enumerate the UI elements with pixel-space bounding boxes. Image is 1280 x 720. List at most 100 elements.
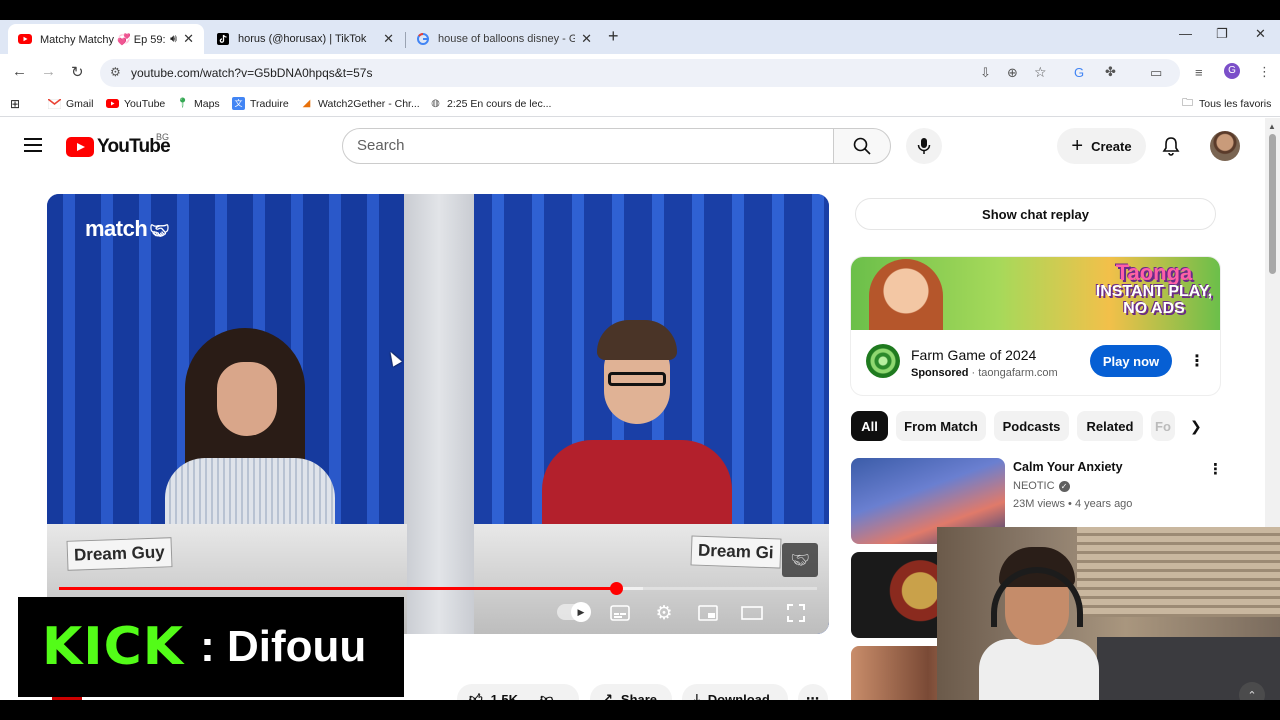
- ad-play-now-button[interactable]: Play now: [1090, 345, 1172, 377]
- translate-extension-icon[interactable]: G: [1074, 65, 1084, 80]
- bookmark-maps[interactable]: 📍︎ Maps: [176, 97, 220, 110]
- tab-google[interactable]: house of balloons disney - Goo ✕: [406, 24, 602, 54]
- advertiser-logo-icon[interactable]: [866, 344, 900, 378]
- bookmark-gmail[interactable]: Gmail: [48, 97, 93, 110]
- search-input[interactable]: [357, 137, 817, 154]
- progress-bar[interactable]: [59, 582, 817, 595]
- chevron-right-icon[interactable]: ❯: [1190, 418, 1202, 435]
- video-title[interactable]: Calm Your Anxiety: [1013, 460, 1123, 474]
- back-arrow-icon[interactable]: ←: [12, 63, 27, 80]
- streamer-shirt: [979, 639, 1099, 700]
- kick-username: : Difouu: [200, 622, 367, 671]
- channel-watermark-icon[interactable]: 🤝︎: [782, 543, 818, 577]
- search-icon: [853, 137, 871, 155]
- chrome-menu-icon[interactable]: ⋮: [1258, 64, 1271, 80]
- maps-icon: 📍︎: [176, 98, 189, 109]
- theater-mode-icon[interactable]: [737, 601, 767, 625]
- menu-hamburger-icon[interactable]: [24, 138, 42, 152]
- filter-chips: All From Match Podcasts Related Fo: [851, 411, 1215, 441]
- chip-from-match[interactable]: From Match: [896, 411, 986, 441]
- speaker-icon[interactable]: 🔊︎: [170, 33, 177, 46]
- video-channel[interactable]: NEOTIC ✓: [1013, 480, 1070, 492]
- tab-title: horus (@horusax) | TikTok: [238, 33, 367, 45]
- gmail-icon: [48, 97, 61, 110]
- ad-character-illustration: [869, 259, 943, 330]
- sidepanel-icon[interactable]: ▭: [1150, 65, 1162, 81]
- bookmark-now-playing[interactable]: ◍ 2:25 En cours de lec...: [429, 97, 551, 110]
- media-controls-icon[interactable]: ≡: [1195, 65, 1203, 80]
- show-chat-replay-button[interactable]: Show chat replay: [855, 198, 1216, 230]
- close-window-icon[interactable]: ✕: [1255, 26, 1266, 42]
- bookmark-youtube[interactable]: YouTube: [106, 97, 165, 110]
- account-avatar[interactable]: [1210, 131, 1240, 161]
- ad-banner[interactable]: Taonga INSTANT PLAY, NO ADS: [851, 257, 1220, 330]
- ad-title[interactable]: Farm Game of 2024: [911, 347, 1036, 363]
- namecard-right: Dream Gi: [690, 535, 782, 569]
- forward-arrow-icon[interactable]: →: [41, 63, 56, 80]
- youtube-logo[interactable]: YouTube BG: [66, 132, 171, 158]
- chip-related[interactable]: Related: [1077, 411, 1143, 441]
- fullscreen-icon[interactable]: [781, 601, 811, 625]
- ad-card[interactable]: Taonga INSTANT PLAY, NO ADS Farm Game of…: [851, 257, 1220, 395]
- close-tab-icon[interactable]: ✕: [581, 31, 592, 47]
- tab-title: house of balloons disney - Goo: [438, 33, 576, 45]
- zoom-icon[interactable]: ⊕: [1007, 65, 1018, 81]
- install-app-icon[interactable]: ⇩: [980, 65, 991, 81]
- scroll-up-arrow-icon[interactable]: ▲: [1268, 122, 1276, 131]
- tab-tiktok[interactable]: horus (@horusax) | TikTok ✕: [206, 24, 404, 54]
- apps-grid-icon[interactable]: ⊞: [10, 97, 20, 111]
- bookmark-traduire[interactable]: 文 Traduire: [232, 97, 289, 110]
- globe-icon: ◍: [431, 98, 440, 109]
- ad-more-icon[interactable]: ⋮: [1189, 351, 1205, 371]
- autoplay-toggle[interactable]: ▶: [557, 602, 591, 622]
- close-tab-icon[interactable]: ✕: [183, 31, 194, 47]
- search-box: [342, 128, 834, 164]
- autoplay-play-icon: ▶: [571, 602, 591, 622]
- profile-avatar-icon[interactable]: G: [1224, 63, 1240, 79]
- video-more-icon[interactable]: ⋮: [1208, 460, 1223, 478]
- tab-youtube[interactable]: Matchy Matchy 💞 Ep 59: H 🔊︎ ✕: [8, 24, 204, 54]
- extensions-icon[interactable]: ✤: [1105, 64, 1116, 80]
- video-player[interactable]: Dream Guy Dream Gi match 🤝︎ 🤝︎ ▶ ⚙︎: [47, 194, 829, 634]
- country-code: BG: [156, 132, 170, 142]
- verified-check-icon: ✓: [1058, 480, 1070, 492]
- all-bookmarks[interactable]: 🗀︎ Tous les favoris: [1181, 97, 1271, 110]
- screen: Matchy Matchy 💞 Ep 59: H 🔊︎ ✕ horus (@ho…: [0, 0, 1280, 720]
- bookmark-watch2gether[interactable]: ◢ Watch2Gether - Chr...: [300, 97, 420, 110]
- letterbox-bottom: [0, 700, 1280, 720]
- create-button[interactable]: + Create: [1057, 128, 1146, 164]
- youtube-icon: [106, 97, 119, 110]
- search-button[interactable]: [833, 128, 891, 164]
- miniplayer-icon[interactable]: [693, 601, 723, 625]
- handshake-icon: 🤝︎: [149, 223, 170, 240]
- chip-podcasts[interactable]: Podcasts: [994, 411, 1069, 441]
- person-right: [542, 320, 732, 540]
- close-tab-icon[interactable]: ✕: [383, 31, 394, 47]
- match-watermark: match 🤝︎: [85, 216, 170, 241]
- microphone-icon: [917, 138, 931, 154]
- voice-search-button[interactable]: [906, 128, 942, 164]
- bookmark-star-icon[interactable]: ☆: [1034, 64, 1047, 81]
- youtube-header: YouTube BG + Create: [0, 118, 1265, 174]
- ad-sponsor-line: Sponsored · taongafarm.com: [911, 367, 1058, 379]
- video-meta: 23M views • 4 years ago: [1013, 498, 1133, 510]
- address-bar[interactable]: ⚙︎ youtube.com/watch?v=G5bDNA0hpqs&t=57s: [100, 59, 1180, 87]
- letterbox-top: [0, 0, 1280, 20]
- plus-icon: +: [1071, 134, 1084, 157]
- settings-gear-icon[interactable]: ⚙︎: [649, 601, 679, 625]
- site-info-icon[interactable]: ⚙︎: [110, 65, 121, 79]
- chip-all[interactable]: All: [851, 411, 888, 441]
- url-text[interactable]: youtube.com/watch?v=G5bDNA0hpqs&t=57s: [131, 66, 372, 80]
- window-blinds: [1077, 527, 1280, 617]
- webcam-overlay: ⌃: [937, 527, 1280, 700]
- scrollbar-thumb[interactable]: [1269, 134, 1276, 274]
- minimize-icon[interactable]: —: [1179, 26, 1192, 41]
- notifications-bell-icon[interactable]: [1162, 136, 1180, 161]
- chip-fo[interactable]: Fo: [1151, 411, 1175, 441]
- folder-icon: 🗀︎: [1182, 97, 1193, 109]
- subtitles-icon[interactable]: [605, 601, 635, 625]
- restore-icon[interactable]: ❐: [1216, 26, 1228, 42]
- new-tab-button[interactable]: +: [608, 26, 619, 47]
- reload-icon[interactable]: ↻: [71, 63, 84, 81]
- tab-strip: Matchy Matchy 💞 Ep 59: H 🔊︎ ✕ horus (@ho…: [0, 20, 1280, 54]
